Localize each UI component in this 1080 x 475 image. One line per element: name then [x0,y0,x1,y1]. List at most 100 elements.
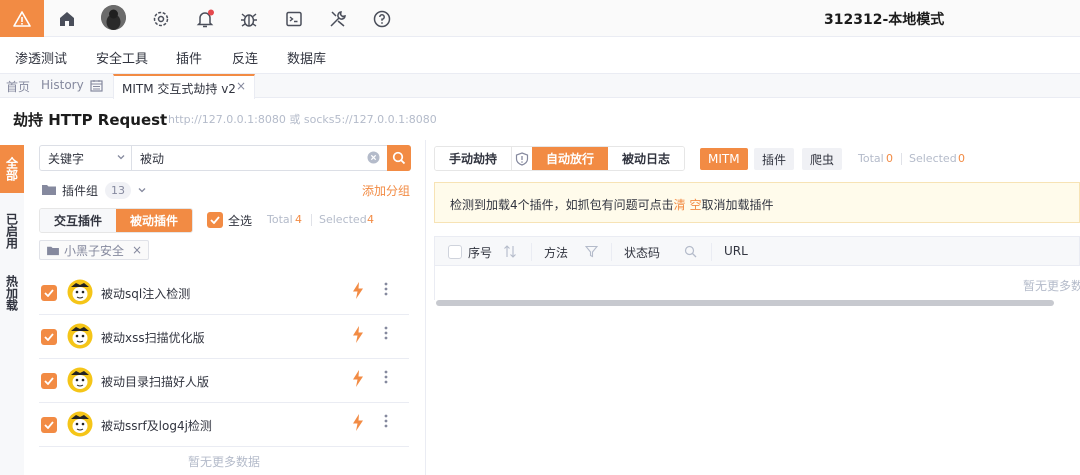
plugin-group-count: 13 [105,182,131,199]
table-header: 序号 方法 状态码 URL [434,236,1080,266]
plugin-row[interactable]: 被动sql注入检测 [39,271,409,315]
bell-icon[interactable] [193,7,217,31]
column-divider [531,243,532,261]
plugin-author-avatar [67,323,93,349]
more-icon[interactable] [384,325,388,341]
column-divider [711,243,712,261]
close-icon[interactable]: × [236,79,246,93]
tag-crawler[interactable]: 爬虫 [802,148,843,170]
column-divider [611,243,612,261]
search-button[interactable] [387,145,411,171]
plugin-checkbox[interactable] [41,417,57,433]
proxy-address: http://127.0.0.1:8080 或 socks5://127.0.0… [168,113,437,126]
info-icon[interactable] [512,147,533,170]
bolt-icon[interactable] [352,370,364,387]
column-url[interactable]: URL [724,244,748,258]
plugin-name: 被动sql注入检测 [101,287,191,301]
plugin-name: 被动目录扫描好人版 [101,375,210,389]
tab-bar: 首页 History MITM 交互式劫持 v2 × [0,74,1080,99]
divider [901,153,902,165]
plugin-row[interactable]: 被动目录扫描好人版 [39,359,409,403]
column-method[interactable]: 方法 [544,244,568,261]
auto-release-button[interactable]: 自动放行 [532,147,609,170]
total-count: 0 [886,152,893,165]
column-index[interactable]: 序号 [468,244,492,261]
bolt-icon[interactable] [352,326,364,343]
chevron-down-icon[interactable] [137,184,147,199]
avatar[interactable] [101,5,126,30]
chevron-down-icon [116,151,126,165]
app-title: 312312-本地模式 [824,12,945,28]
passive-plugins-button[interactable]: 被动插件 [116,209,193,232]
bolt-icon[interactable] [352,414,364,431]
banner-text-end: 取消加载插件 [701,198,774,212]
plugin-checkbox[interactable] [41,329,57,345]
select-all-checkbox[interactable] [207,212,223,228]
hijack-mode-toggle: 手动劫持 自动放行 被动日志 [434,146,686,171]
tab-history[interactable]: History [41,78,84,92]
plugin-load-banner: 检测到加载4个插件，如抓包有问题可点击清 空取消加载插件 [434,182,1080,223]
total-label: Total [267,213,293,226]
horizontal-scrollbar[interactable] [436,300,1054,306]
selected-label: Selected [319,213,367,226]
home-icon[interactable] [55,7,79,31]
sidetab-all[interactable]: 全部 [0,145,24,193]
search-bar: 关键字 被动 [39,145,411,171]
tab-mitm-label: MITM 交互式劫持 v2 [122,82,236,96]
tab-home[interactable]: 首页 [6,78,30,95]
sidetab-enabled[interactable]: 已启用 [0,201,24,261]
plugin-row[interactable]: 被动xss扫描优化版 [39,315,409,359]
bolt-icon[interactable] [352,282,364,299]
selected-count: 4 [367,213,374,226]
close-icon[interactable]: × [132,243,142,257]
manual-hijack-button[interactable]: 手动劫持 [435,147,513,170]
tab-mitm[interactable]: MITM 交互式劫持 v2 × [113,74,255,99]
plugin-checkbox[interactable] [41,285,57,301]
filter-tag: 小黑子安全 × [39,240,150,260]
tag-mitm[interactable]: MITM [700,148,748,170]
clear-icon[interactable] [367,151,380,168]
plugin-checkbox[interactable] [41,373,57,389]
filter-icon[interactable] [584,245,599,262]
passive-log-button[interactable]: 被动日志 [608,147,685,170]
settings-icon[interactable] [149,7,173,31]
terminal-icon[interactable] [282,7,306,31]
tag-plugins[interactable]: 插件 [754,148,795,170]
select-all-label[interactable]: 全选 [228,212,252,229]
search-input[interactable]: 被动 [140,150,164,167]
divider [311,214,312,226]
sidetab-hotload[interactable]: 热加载 [0,263,24,323]
select-all-rows-checkbox[interactable] [448,245,462,259]
help-icon[interactable] [370,7,394,31]
more-icon[interactable] [384,281,388,297]
plugin-group-label: 插件组 [62,184,99,198]
column-status-code[interactable]: 状态码 [624,244,660,261]
add-group-link[interactable]: 添加分组 [362,182,410,199]
plugin-author-avatar [67,367,93,393]
search-icon [392,151,406,165]
search-type-select[interactable]: 关键字 [40,146,132,170]
top-bar: 312312-本地模式 [0,0,1080,37]
plugin-row[interactable]: 被动ssrf及log4j检测 [39,403,409,447]
search-icon[interactable] [684,245,697,262]
total-count: 4 [295,213,302,226]
more-icon[interactable] [384,413,388,429]
search-type-value: 关键字 [48,152,85,166]
menu-item-security-tools[interactable]: 安全工具 [96,48,148,67]
interactive-plugins-button[interactable]: 交互插件 [40,209,117,232]
menu-item-plugins[interactable]: 插件 [176,48,202,67]
plugin-name: 被动ssrf及log4j检测 [101,419,212,433]
sort-icon[interactable] [503,245,517,262]
tools-icon[interactable] [326,7,350,31]
menu-item-database[interactable]: 数据库 [287,48,326,67]
warning-icon[interactable] [0,0,44,37]
more-icon[interactable] [384,369,388,385]
menu-item-pentest[interactable]: 渗透测试 [15,48,67,67]
clear-link[interactable]: 清 空 [674,198,702,212]
menu-item-reverse[interactable]: 反连 [232,48,258,67]
page-title: 劫持 HTTP Request [13,111,168,129]
calendar-icon[interactable] [90,79,103,96]
table-body: 暂无更多数 [434,266,1080,300]
plugin-panel: 关键字 被动 插件组 13 添加分组 交互插件 被动插件 全选 Total 4 … [24,140,426,475]
bug-icon[interactable] [237,7,261,31]
